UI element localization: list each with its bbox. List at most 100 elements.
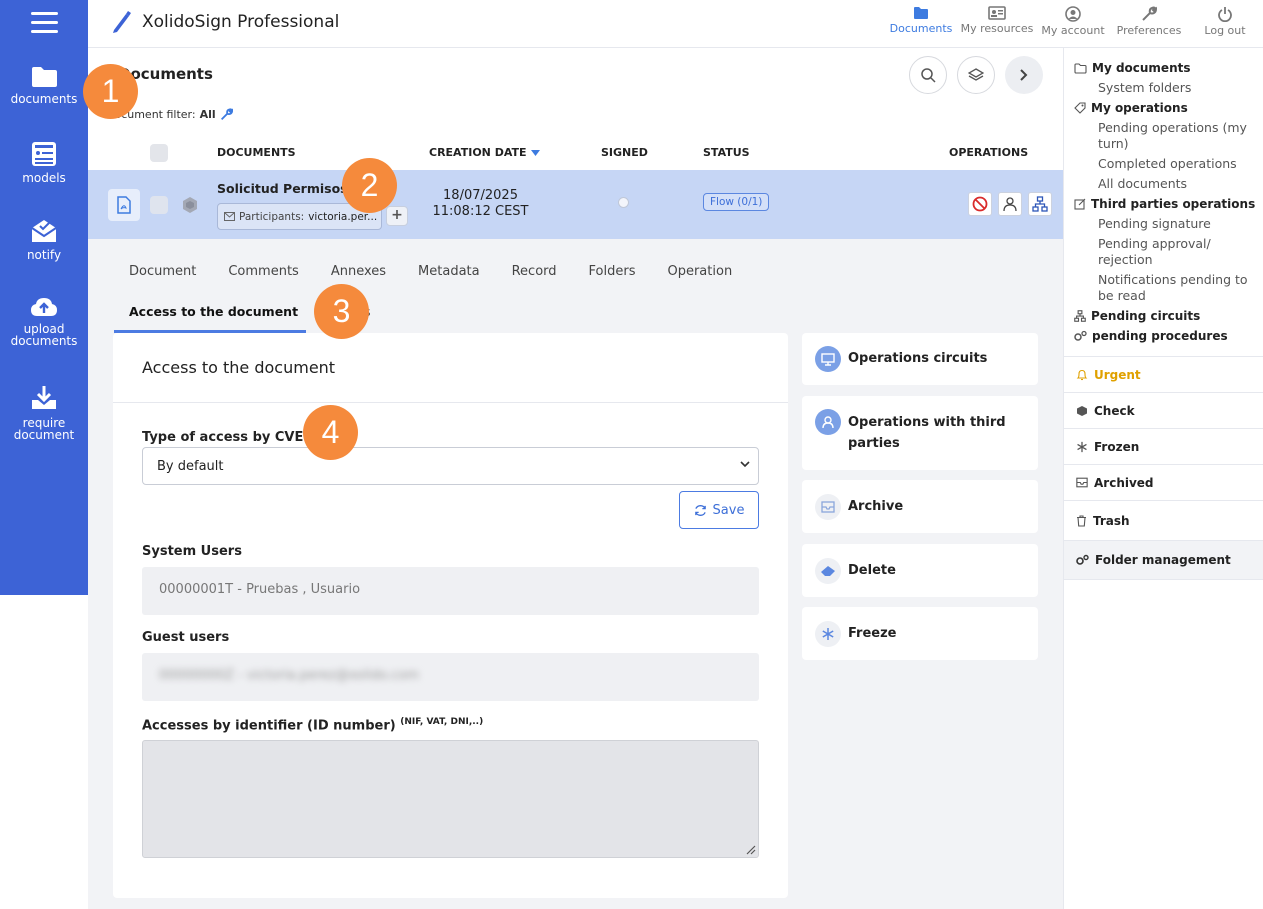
tab-operation[interactable]: Operation: [667, 264, 732, 279]
column-documents[interactable]: DOCUMENTS: [217, 146, 296, 159]
creation-date-time: 11:08:12 CEST: [432, 204, 529, 219]
document-name[interactable]: Solicitud Permisos: [217, 181, 348, 196]
layers-button[interactable]: [957, 56, 995, 94]
tab-annexes[interactable]: Annexes: [331, 264, 386, 279]
topnav-my-account[interactable]: My account: [1035, 6, 1111, 37]
right-item-label: Third parties operations: [1091, 197, 1256, 211]
document-tabs: Document Comments Annexes Metadata Recor…: [129, 264, 764, 279]
sidebar-item-notify[interactable]: notify: [0, 218, 88, 261]
right-section-frozen[interactable]: Frozen: [1064, 428, 1263, 464]
sidebar-item-documents[interactable]: documents: [0, 66, 88, 105]
callout-badge-1: 1: [83, 64, 138, 119]
right-item-pending-my-turn[interactable]: Pending operations (my turn): [1098, 120, 1258, 152]
type-of-access-select[interactable]: By default: [142, 447, 759, 485]
tab-metadata[interactable]: Metadata: [418, 264, 480, 279]
topnav-my-resources[interactable]: My resources: [959, 6, 1035, 37]
wrench-icon[interactable]: [220, 108, 233, 121]
callout-badge-3: 3: [314, 284, 369, 339]
column-signed[interactable]: SIGNED: [601, 146, 648, 159]
search-icon: [921, 68, 936, 83]
tab-comments[interactable]: Comments: [228, 264, 298, 279]
right-item-notifications-pending[interactable]: Notifications pending to be read: [1098, 272, 1258, 304]
column-status[interactable]: STATUS: [703, 146, 750, 159]
search-button[interactable]: [909, 56, 947, 94]
status-badge[interactable]: Flow (0/1): [703, 193, 770, 211]
freeze-button[interactable]: Freeze: [802, 607, 1038, 660]
user-icon: [1065, 6, 1081, 22]
delete-button[interactable]: Delete: [802, 544, 1038, 597]
topnav-label: My resources: [960, 22, 1034, 35]
sidebar-item-upload-documents[interactable]: upload documents: [0, 296, 88, 347]
topnav-preferences[interactable]: Preferences: [1111, 6, 1187, 37]
save-button[interactable]: Save: [679, 491, 759, 529]
hamburger-menu-icon[interactable]: [31, 12, 58, 34]
top-header: XolidoSign Professional Documents My res…: [88, 0, 1263, 48]
identifier-hint: (NIF, VAT, DNI,..): [400, 717, 484, 727]
pdf-file-icon[interactable]: [108, 189, 140, 221]
cancel-operation-button[interactable]: [968, 192, 992, 216]
layers-icon: [968, 68, 984, 81]
table-row[interactable]: Solicitud Permisos Participants: victori…: [88, 170, 1063, 239]
tab-document[interactable]: Document: [129, 264, 196, 279]
select-all-checkbox[interactable]: [150, 144, 168, 162]
guest-users-label: Guest users: [142, 630, 230, 645]
right-section-label: Frozen: [1094, 439, 1140, 454]
circuit-icon: [1032, 196, 1048, 212]
right-item-my-operations[interactable]: My operations: [1074, 101, 1188, 115]
circuit-icon: [1074, 310, 1086, 322]
topnav-label: Documents: [889, 22, 953, 35]
right-item-third-parties[interactable]: Third parties operations: [1074, 197, 1255, 211]
action-label: Operations circuits: [848, 351, 988, 366]
forbidden-icon: [972, 196, 988, 212]
right-item-my-documents[interactable]: My documents: [1074, 61, 1191, 75]
guest-users-value: 00000000Z - victoria.perez@xolido.com: [159, 668, 420, 683]
circuit-button[interactable]: [1028, 192, 1052, 216]
refresh-icon: [694, 504, 706, 516]
chevron-down-icon: [740, 461, 750, 468]
topnav-log-out[interactable]: Log out: [1187, 6, 1263, 37]
right-section-trash[interactable]: Trash: [1064, 500, 1263, 540]
tab-access-to-the-document[interactable]: Access to the document: [114, 304, 306, 333]
right-item-completed-operations[interactable]: Completed operations: [1098, 156, 1258, 172]
right-section-label: Folder management: [1095, 553, 1231, 567]
sidebar-item-label: upload documents: [10, 322, 78, 348]
right-section-label: Urgent: [1094, 367, 1141, 382]
column-operations: OPERATIONS: [949, 146, 1029, 159]
expand-panel-button[interactable]: [1005, 56, 1043, 94]
system-users-field: 00000001T - Pruebas , Usuario: [142, 567, 759, 615]
right-item-pending-approval[interactable]: Pending approval/ rejection: [1098, 236, 1258, 268]
tab-folders[interactable]: Folders: [589, 264, 636, 279]
archive-icon: [1076, 477, 1088, 488]
right-section-archived[interactable]: Archived: [1064, 464, 1263, 500]
sidebar-item-label: require document: [13, 416, 75, 442]
archive-button[interactable]: Archive: [802, 480, 1038, 533]
sidebar-item-require-document[interactable]: require document: [0, 384, 88, 441]
shield-icon: [1077, 405, 1087, 416]
right-section-check[interactable]: Check: [1064, 392, 1263, 428]
operations-circuits-button[interactable]: Operations circuits: [802, 333, 1038, 385]
right-item-pending-signature[interactable]: Pending signature: [1098, 216, 1258, 232]
sidebar-item-label: notify: [26, 248, 62, 262]
right-item-all-documents[interactable]: All documents: [1098, 176, 1258, 192]
row-checkbox[interactable]: [150, 196, 168, 214]
tab-record[interactable]: Record: [512, 264, 557, 279]
resize-handle-icon[interactable]: [744, 843, 756, 855]
right-item-system-folders[interactable]: System folders: [1098, 80, 1258, 96]
left-sidebar: documents models notify upload documents…: [0, 0, 88, 595]
right-item-pending-circuits[interactable]: Pending circuits: [1074, 309, 1200, 323]
sidebar-item-models[interactable]: models: [0, 141, 88, 184]
add-participant-button[interactable]: +: [386, 206, 408, 226]
right-item-pending-procedures[interactable]: pending procedures: [1074, 329, 1228, 343]
identifier-textarea[interactable]: [142, 740, 759, 858]
right-section-urgent[interactable]: Urgent: [1064, 356, 1263, 392]
documents-header: Documents Document filter: All DOCUMENTS…: [88, 48, 1063, 170]
operations-third-parties-button[interactable]: Operations with third parties: [802, 396, 1038, 470]
filter-value: All: [199, 108, 216, 121]
right-section-label: Trash: [1093, 513, 1130, 528]
id-card-icon: [988, 6, 1006, 20]
third-party-button[interactable]: [998, 192, 1022, 216]
brand: XolidoSign Professional: [110, 10, 339, 34]
topnav-documents[interactable]: Documents: [883, 6, 959, 37]
right-section-folder-management[interactable]: Folder management: [1064, 540, 1263, 580]
column-creation-date[interactable]: CREATION DATE: [429, 146, 540, 159]
